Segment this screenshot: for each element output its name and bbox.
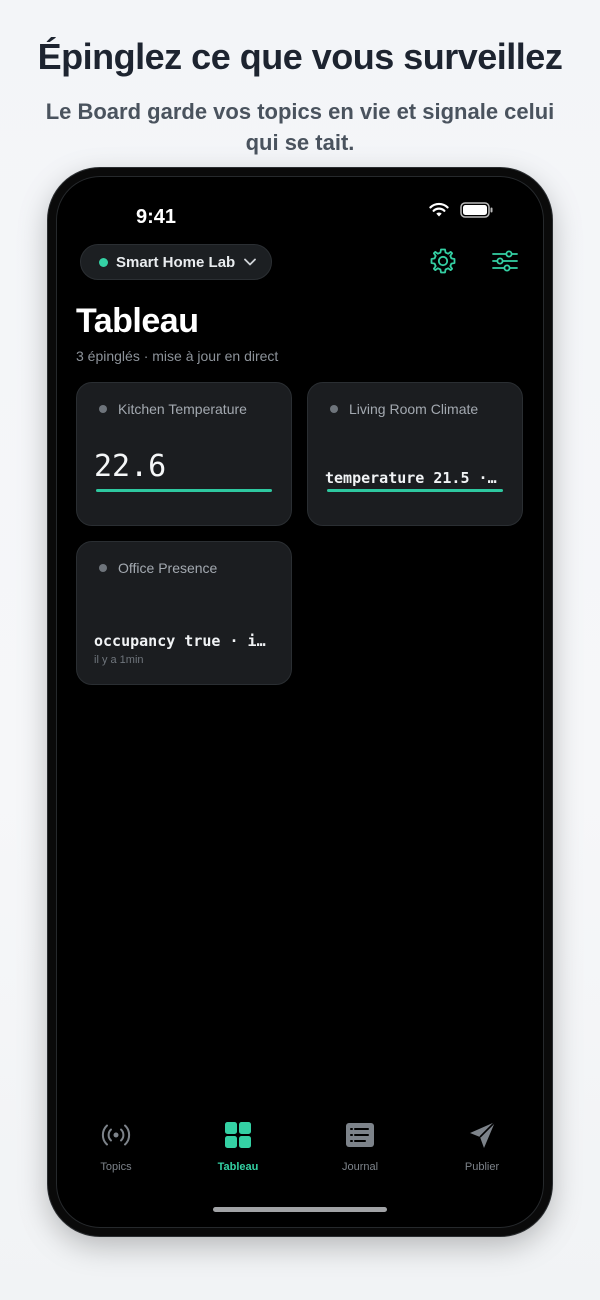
- app-screen: 9:41 Smart Home Lab Tableau 3 épinglés ·…: [56, 176, 544, 1228]
- card-title: Kitchen Temperature: [99, 401, 247, 417]
- status-icons: [428, 202, 494, 218]
- card-accent-bar: [327, 489, 503, 492]
- card-title-text: Kitchen Temperature: [118, 401, 247, 417]
- card-status-dot: [99, 405, 107, 413]
- filter-sliders-icon[interactable]: [490, 246, 520, 276]
- card-value: temperature 21.5 · humidity 48: [325, 469, 505, 487]
- log-list-icon: [346, 1123, 374, 1147]
- promo-headline: Épinglez ce que vous surveillez: [37, 36, 563, 77]
- card-value: occupancy true · illuminance 320: [94, 632, 274, 650]
- pinned-card-kitchen-temperature[interactable]: Kitchen Temperature 22.6: [76, 382, 292, 526]
- battery-icon: [460, 202, 493, 218]
- pinned-card-office-presence[interactable]: Office Presence occupancy true · illumin…: [76, 541, 292, 685]
- card-status-dot: [99, 564, 107, 572]
- settings-gear-icon[interactable]: [428, 246, 458, 276]
- chevron-down-icon: [244, 258, 257, 266]
- tab-label: Publier: [464, 1161, 500, 1173]
- card-status-dot: [330, 405, 338, 413]
- home-indicator[interactable]: [213, 1207, 387, 1212]
- tab-label: Tableau: [217, 1161, 259, 1173]
- status-time: 9:41: [136, 206, 177, 228]
- tab-tableau[interactable]: Tableau: [178, 1118, 298, 1173]
- tab-journal[interactable]: Journal: [300, 1118, 420, 1173]
- wifi-icon: [429, 202, 449, 217]
- promo-subhead: Le Board garde vos topics en vie et sign…: [45, 99, 555, 155]
- connection-status-dot: [99, 257, 108, 267]
- project-selector[interactable]: Smart Home Lab: [80, 244, 273, 280]
- card-title-text: Office Presence: [118, 560, 218, 576]
- card-title: Office Presence: [99, 560, 217, 576]
- card-accent-bar: [96, 489, 272, 492]
- send-arrow-icon: [470, 1121, 496, 1148]
- pinned-card-living-room-climate[interactable]: Living Room Climate temperature 21.5 · h…: [307, 382, 523, 526]
- project-name: Smart Home Lab: [116, 253, 236, 271]
- page-subtitle: 3 épinglés · mise à jour en direct: [76, 348, 279, 364]
- card-title: Living Room Climate: [330, 401, 478, 417]
- tab-label: Journal: [341, 1161, 379, 1173]
- tab-publier[interactable]: Publier: [422, 1118, 542, 1173]
- card-value: 22.6: [94, 449, 167, 484]
- phone-frame: 9:41 Smart Home Lab Tableau 3 épinglés ·…: [48, 168, 552, 1236]
- page-title: Tableau: [76, 302, 199, 340]
- broadcast-icon: [101, 1124, 131, 1146]
- grid-icon: [225, 1122, 251, 1148]
- tab-label: Topics: [100, 1161, 132, 1173]
- card-title-text: Living Room Climate: [349, 401, 479, 417]
- tab-topics[interactable]: Topics: [56, 1118, 176, 1173]
- card-timestamp: il y a 1min: [94, 654, 144, 666]
